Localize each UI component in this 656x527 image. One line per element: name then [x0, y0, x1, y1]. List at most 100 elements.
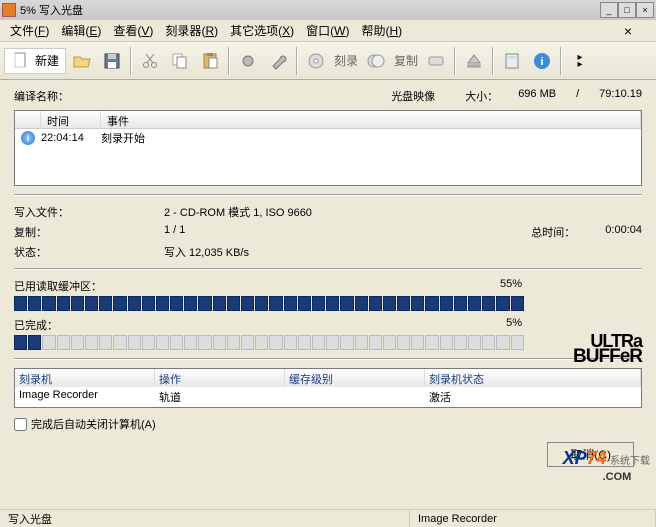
eject-icon	[464, 51, 484, 71]
menu-close-icon[interactable]: ×	[624, 23, 632, 39]
col-status[interactable]: 刻录机状态	[425, 369, 641, 387]
scissors-icon	[140, 51, 160, 71]
status-bar: 写入光盘 Image Recorder	[0, 509, 656, 527]
total-time-label: 总时间：	[531, 224, 575, 240]
cell-recorder: Image Recorder	[15, 387, 155, 407]
status-value: 写入 12,035 KB/s	[164, 244, 249, 260]
compile-name-label: 编译名称：	[14, 88, 69, 104]
col-event[interactable]: 事件	[101, 111, 641, 128]
disc-c-button[interactable]	[422, 47, 450, 75]
cell-op: 轨道	[155, 387, 285, 407]
buffer-percent: 55%	[500, 278, 522, 294]
info-icon: i	[532, 51, 552, 71]
svg-text:i: i	[541, 56, 544, 68]
app-icon	[2, 3, 16, 17]
event-log: 时间 事件 i 22:04:14 刻录开始	[14, 110, 642, 186]
copy-button[interactable]	[166, 47, 194, 75]
recorder-table: 刻录机 操作 缓存级别 刻录机状态 Image Recorder 轨道 激活	[14, 368, 642, 408]
separator	[14, 194, 642, 196]
table-row: Image Recorder 轨道 激活	[15, 387, 641, 407]
menu-other[interactable]: 其它选项(X)	[224, 20, 300, 41]
copy-icon	[170, 51, 190, 71]
save-button[interactable]	[98, 47, 126, 75]
tool-b-button[interactable]	[264, 47, 292, 75]
col-time[interactable]: 时间	[41, 111, 101, 128]
menu-file[interactable]: 文件(F)	[4, 20, 55, 41]
maximize-button[interactable]: □	[618, 2, 636, 18]
buffer-progress	[14, 296, 524, 311]
gear-icon	[238, 51, 258, 71]
menu-edit[interactable]: 编辑(E)	[55, 20, 107, 41]
write-file-value: 2 - CD-ROM 模式 1, ISO 9660	[164, 204, 312, 220]
wrench-icon	[268, 51, 288, 71]
ultrabuffer-logo: ULTRaBUFFeR	[573, 334, 642, 365]
disc-image-icon	[426, 51, 446, 71]
menu-recorder[interactable]: 刻录器(R)	[159, 20, 224, 41]
status-left: 写入光盘	[0, 510, 410, 527]
status-label: 状态：	[14, 244, 164, 260]
done-label: 已完成：	[14, 317, 58, 333]
content-area: 编译名称： 光盘映像 大小： 696 MB / 79:10.19 时间 事件 i…	[0, 80, 656, 509]
separator	[130, 47, 132, 75]
event-time: 22:04:14	[41, 132, 101, 144]
write-file-label: 写入文件：	[14, 204, 164, 220]
done-progress	[14, 335, 524, 350]
tool-a-button[interactable]	[234, 47, 262, 75]
menu-bar: 文件(F) 编辑(E) 查看(V) 刻录器(R) 其它选项(X) 窗口(W) 帮…	[0, 20, 656, 42]
separator	[560, 47, 562, 75]
disc-b-button[interactable]	[362, 47, 390, 75]
copy-label: 复制	[394, 52, 418, 69]
buffer-label: 已用读取缓冲区：	[14, 278, 102, 294]
status-right: Image Recorder	[410, 510, 656, 527]
paste-button[interactable]	[196, 47, 224, 75]
menu-window[interactable]: 窗口(W)	[300, 20, 355, 41]
col-recorder[interactable]: 刻录机	[15, 369, 155, 387]
event-row: i 22:04:14 刻录开始	[15, 129, 641, 147]
watermark-logo: XP74 系统下载 .COM	[563, 448, 650, 483]
calculator-icon	[502, 51, 522, 71]
separator	[296, 47, 298, 75]
size-label: 大小：	[465, 88, 498, 104]
minimize-button[interactable]: _	[600, 2, 618, 18]
shutdown-label: 完成后自动关闭计算机(A)	[31, 416, 156, 432]
eject-button[interactable]	[460, 47, 488, 75]
total-time-value: 0:00:04	[605, 224, 642, 240]
disc-a-button[interactable]	[302, 47, 330, 75]
toolbar: 新建 刻录 复制 i ▸▸	[0, 42, 656, 80]
folder-open-icon	[72, 51, 92, 71]
separator	[228, 47, 230, 75]
shutdown-checkbox[interactable]	[14, 418, 27, 431]
separator	[492, 47, 494, 75]
cut-button[interactable]	[136, 47, 164, 75]
new-label: 新建	[35, 52, 59, 69]
event-text: 刻录开始	[101, 130, 145, 146]
separator	[454, 47, 456, 75]
title-bar: 5% 写入光盘 _ □ ×	[0, 0, 656, 20]
window-title: 5% 写入光盘	[20, 2, 600, 18]
calc-button[interactable]	[498, 47, 526, 75]
separator	[14, 268, 642, 270]
duration-value: 79:10.19	[599, 88, 642, 104]
burn-label: 刻录	[334, 52, 358, 69]
new-button[interactable]: 新建	[4, 48, 66, 74]
menu-view[interactable]: 查看(V)	[107, 20, 159, 41]
disc-copy-icon	[366, 51, 386, 71]
document-icon	[11, 51, 31, 71]
menu-help[interactable]: 帮助(H)	[355, 20, 408, 41]
clipboard-icon	[200, 51, 220, 71]
col-operation[interactable]: 操作	[155, 369, 285, 387]
info-button[interactable]: i	[528, 47, 556, 75]
close-button[interactable]: ×	[636, 2, 654, 18]
image-type: 光盘映像	[391, 88, 435, 104]
done-percent: 5%	[506, 317, 522, 333]
size-value: 696 MB	[518, 88, 556, 104]
panel-toggle-button[interactable]: ▸▸	[566, 47, 594, 75]
info-badge-icon: i	[21, 131, 35, 145]
disc-icon	[306, 51, 326, 71]
cell-status: 激活	[425, 387, 455, 407]
copy-count-value: 1 / 1	[164, 224, 185, 240]
copy-count-label: 复制：	[14, 224, 164, 240]
open-button[interactable]	[68, 47, 96, 75]
col-buflevel[interactable]: 缓存级别	[285, 369, 425, 387]
cell-buf	[285, 387, 425, 407]
